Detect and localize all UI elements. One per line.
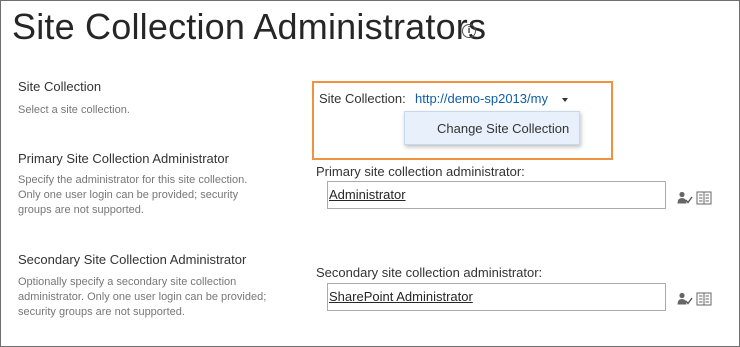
section-title-primary-admin: Primary Site Collection Administrator [18,151,229,166]
section-desc-primary-admin: Specify the administrator for this site … [18,173,247,218]
address-book-icon[interactable] [696,292,712,306]
page-title: Site Collection Administrators [12,6,487,47]
secondary-admin-label: Secondary site collection administrator: [316,265,543,280]
site-collection-label: Site Collection: [319,91,406,106]
chevron-down-icon[interactable] [562,98,568,102]
primary-admin-picker[interactable]: Administrator [327,181,666,209]
address-book-icon[interactable] [696,191,712,205]
section-desc-secondary-admin: Optionally specify a secondary site coll… [18,275,266,320]
site-collection-dropdown: Change Site Collection [404,111,580,145]
person-check-icon[interactable] [677,191,693,205]
primary-admin-label: Primary site collection administrator: [316,164,525,179]
description-line: Optionally specify a secondary site coll… [18,276,237,288]
description-line: Only one user login can be provided; sec… [18,189,239,201]
description-line: security groups are not supported. [18,306,185,318]
description-line: administrator. Only one user login can b… [18,291,267,303]
site-collection-selector[interactable]: http://demo-sp2013/my [415,91,548,106]
person-check-icon[interactable] [677,292,693,306]
change-site-collection-menu-item[interactable]: Change Site Collection [437,121,569,136]
description-line: groups are not supported. [18,204,144,216]
section-desc-site-collection: Select a site collection. [18,104,130,116]
primary-admin-value[interactable]: Administrator [329,187,406,202]
secondary-admin-picker[interactable]: SharePoint Administrator [327,283,666,311]
secondary-admin-value[interactable]: SharePoint Administrator [329,289,473,304]
section-title-secondary-admin: Secondary Site Collection Administrator [18,252,247,267]
info-icon[interactable]: i [462,24,476,38]
section-title-site-collection: Site Collection [18,79,102,94]
description-line: Specify the administrator for this site … [18,174,248,186]
